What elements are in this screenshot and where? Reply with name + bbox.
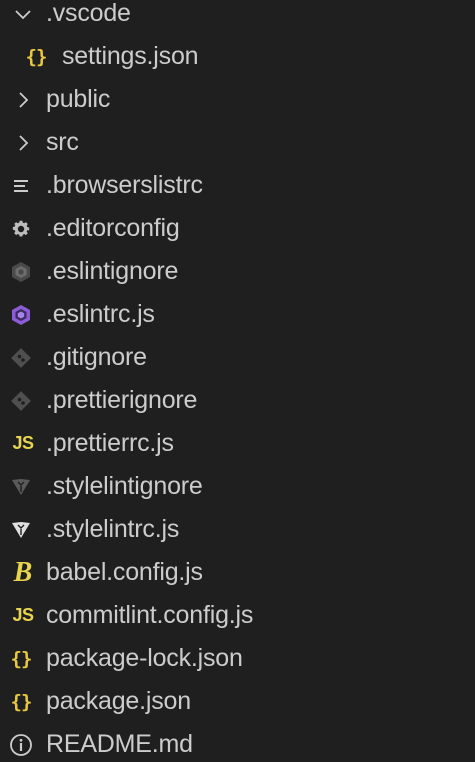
tree-item-babel-config-js[interactable]: B babel.config.js xyxy=(0,551,475,594)
info-icon xyxy=(8,732,34,758)
tree-item-prettierignore[interactable]: .prettierignore xyxy=(0,379,475,422)
tree-item-label: src xyxy=(46,128,79,156)
tree-item-commitlint-config-js[interactable]: JS commitlint.config.js xyxy=(0,594,475,637)
tree-item-label: .eslintrc.js xyxy=(46,300,155,328)
tree-item-label: babel.config.js xyxy=(46,558,203,586)
tree-item-label: settings.json xyxy=(62,42,199,70)
stylelint-icon xyxy=(8,517,34,543)
git-icon xyxy=(8,388,34,414)
js-icon: JS xyxy=(12,433,34,453)
json-icon: {} xyxy=(10,690,33,713)
tree-item-browserslistrc[interactable]: .browserslistrc xyxy=(0,164,475,207)
tree-item-eslintrc-js[interactable]: .eslintrc.js xyxy=(0,293,475,336)
json-icon: {} xyxy=(10,647,33,670)
file-explorer-tree: .vscode {} settings.json public src .bro… xyxy=(0,0,475,762)
tree-item-package-lock-json[interactable]: {} package-lock.json xyxy=(0,637,475,680)
babel-icon: B xyxy=(13,556,33,588)
tree-item-stylelintignore[interactable]: .stylelintignore xyxy=(0,465,475,508)
text-lines-icon xyxy=(8,173,34,199)
chevron-down-icon xyxy=(10,1,36,27)
json-icon: {} xyxy=(25,45,48,68)
tree-item-label: public xyxy=(46,85,111,113)
tree-item-gitignore[interactable]: .gitignore xyxy=(0,336,475,379)
tree-item-package-json[interactable]: {} package.json xyxy=(0,680,475,723)
tree-item-label: .browserslistrc xyxy=(46,171,203,199)
tree-item-editorconfig[interactable]: .editorconfig xyxy=(0,207,475,250)
tree-item-vscode-folder[interactable]: .vscode xyxy=(0,0,475,35)
stylelint-gray-icon xyxy=(8,474,34,500)
tree-item-label: .gitignore xyxy=(46,343,147,371)
eslint-icon xyxy=(8,302,34,328)
eslint-gray-icon xyxy=(8,259,34,285)
chevron-right-icon xyxy=(10,130,36,156)
tree-item-label: .prettierignore xyxy=(46,386,198,414)
tree-item-label: commitlint.config.js xyxy=(46,601,254,629)
gear-icon xyxy=(8,216,34,242)
tree-item-label: .editorconfig xyxy=(46,214,180,242)
tree-item-prettierrc-js[interactable]: JS .prettierrc.js xyxy=(0,422,475,465)
tree-item-public-folder[interactable]: public xyxy=(0,78,475,121)
tree-item-label: package.json xyxy=(46,687,191,715)
tree-item-src-folder[interactable]: src xyxy=(0,121,475,164)
tree-item-label: .stylelintignore xyxy=(46,472,203,500)
tree-item-settings-json[interactable]: {} settings.json xyxy=(0,35,475,78)
tree-item-readme-md[interactable]: README.md xyxy=(0,723,475,762)
js-icon: JS xyxy=(12,605,34,625)
git-icon xyxy=(8,345,34,371)
tree-item-eslintignore[interactable]: .eslintignore xyxy=(0,250,475,293)
tree-item-label: .stylelintrc.js xyxy=(46,515,180,543)
tree-item-label: .vscode xyxy=(46,0,131,27)
tree-item-label: .eslintignore xyxy=(46,257,179,285)
chevron-right-icon xyxy=(10,87,36,113)
tree-item-label: package-lock.json xyxy=(46,644,243,672)
tree-item-stylelintrc-js[interactable]: .stylelintrc.js xyxy=(0,508,475,551)
tree-item-label: README.md xyxy=(46,730,193,758)
tree-item-label: .prettierrc.js xyxy=(46,429,174,457)
